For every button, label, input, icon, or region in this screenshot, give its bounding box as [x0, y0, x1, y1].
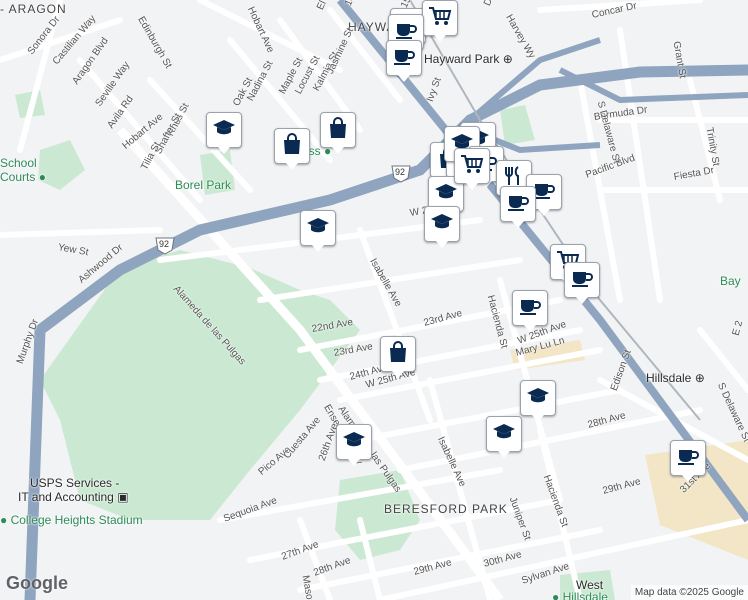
place-school-courts[interactable]: Courts ● [0, 170, 46, 184]
shopping-icon [282, 132, 302, 160]
school-icon [434, 183, 458, 206]
map-marker-shopping[interactable] [274, 128, 310, 170]
place-hayward-park-label: Hayward Park [424, 52, 500, 66]
place-bay: Bay [720, 274, 741, 288]
map-marker-school[interactable] [336, 424, 372, 466]
map-marker-cafe[interactable] [500, 186, 536, 228]
place-west-hillsdale[interactable]: ● Hillsdale [552, 590, 608, 600]
shopping-icon [388, 340, 408, 368]
place-borel-park-label: Borel Park [175, 178, 232, 192]
train-icon: ⊕ [694, 371, 705, 385]
highway-shield-label-2: 92 [159, 239, 170, 249]
place-hillsdale-label: Hillsdale [646, 371, 692, 385]
school-icon [430, 213, 454, 236]
cafe-icon [533, 181, 555, 204]
train-icon: ⊕ [502, 52, 513, 66]
google-logo: Google [6, 573, 68, 593]
park-icon: ● [0, 513, 11, 527]
map-marker-shopping[interactable] [380, 336, 416, 378]
place-borel-park[interactable]: Borel Park [175, 178, 231, 192]
map-marker-school[interactable] [424, 206, 460, 248]
place-usps-line2[interactable]: IT and Accounting ▣ [18, 490, 129, 504]
neighborhood-aragon: - ARAGON [0, 2, 67, 16]
cafe-icon [677, 447, 699, 470]
map-attribution[interactable]: Map data ©2025 Google [630, 585, 748, 600]
place-stadium-label: College Heights Stadium [10, 513, 143, 527]
place-school-line1: School [0, 156, 37, 170]
map-marker-school[interactable] [300, 210, 336, 252]
map-marker-school[interactable] [520, 380, 556, 422]
school-icon [492, 423, 516, 446]
map-marker-grocery[interactable] [422, 0, 458, 42]
cafe-icon [393, 47, 415, 70]
place-courts-label: Courts [0, 170, 36, 184]
park-icon: ● [552, 590, 563, 600]
school-icon [306, 217, 330, 240]
map-marker-cafe[interactable] [670, 440, 706, 482]
park-icon: ● [38, 170, 46, 184]
map-marker-shopping[interactable] [320, 112, 356, 154]
cafe-icon [571, 269, 593, 292]
school-icon [212, 119, 236, 142]
place-usps-line1: USPS Services - [30, 476, 120, 490]
map-marker-cafe[interactable] [564, 262, 600, 304]
neighborhood-beresford: BERESFORD PARK [384, 502, 508, 516]
place-college-heights-stadium[interactable]: ● College Heights Stadium [0, 513, 143, 527]
map-canvas[interactable]: 92 92 - ARAGON HAYWA BERESFORD PARK Hayw… [0, 0, 748, 600]
highway-shield-label: 92 [395, 167, 406, 177]
cafe-icon [519, 297, 541, 320]
map-marker-grocery[interactable] [454, 148, 490, 190]
place-usps-label: IT and Accounting [18, 490, 114, 504]
shopping-icon [328, 116, 348, 144]
cafe-icon [507, 193, 529, 216]
map-marker-school[interactable] [486, 416, 522, 458]
place-hillsdale[interactable]: Hillsdale ⊕ [646, 371, 705, 385]
school-icon [342, 431, 366, 454]
map-marker-cafe[interactable] [512, 290, 548, 332]
place-hayward-park[interactable]: Hayward Park ⊕ [424, 52, 513, 66]
map-marker-school[interactable] [206, 112, 242, 154]
building-icon: ▣ [117, 490, 129, 504]
map-marker-cafe[interactable] [386, 40, 422, 82]
grocery-icon [428, 6, 452, 31]
school-icon [526, 387, 550, 410]
place-west-hillsdale-label: Hillsdale [562, 590, 608, 600]
grocery-icon [460, 154, 484, 179]
